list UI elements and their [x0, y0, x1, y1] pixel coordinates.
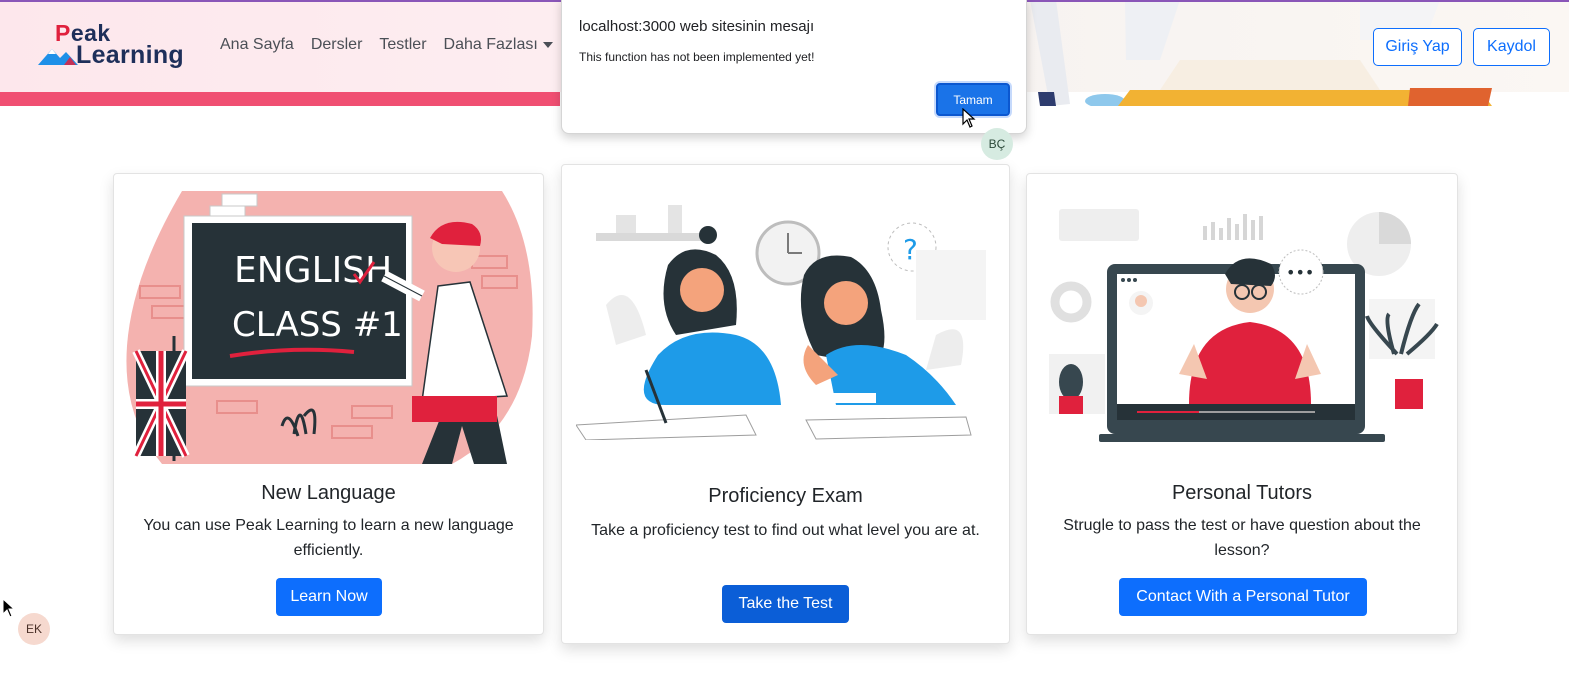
online-tutor-illustration: ••• [1049, 209, 1439, 442]
browser-alert-dialog: localhost:3000 web sitesinin mesajı This… [561, 0, 1027, 134]
avatar-bottom: EK [18, 613, 50, 645]
card-proficiency-exam: ? Proficiency Exam Take a proficiency te… [561, 164, 1010, 644]
nav-more-dropdown[interactable]: Daha Fazlası [444, 36, 553, 54]
card-description: You can use Peak Learning to learn a new… [143, 517, 514, 559]
caret-down-icon [542, 42, 553, 48]
logo-learning-text: Learning [76, 41, 184, 69]
peak-learning-logo[interactable]: Peak Learning [38, 20, 188, 74]
learn-now-button[interactable]: Learn Now [276, 578, 382, 616]
signup-button[interactable]: Kaydol [1473, 28, 1550, 66]
speech-dots: ••• [1286, 263, 1314, 282]
nav-tests[interactable]: Testler [379, 36, 426, 54]
card-personal-tutors: ••• Personal Tutors Strugle to pass the … [1026, 173, 1458, 635]
nav-lessons[interactable]: Dersler [311, 36, 363, 54]
illus-text-class: CLASS #1 [232, 305, 403, 345]
nav-more-label: Daha Fazlası [443, 36, 538, 53]
main-nav: Ana Sayfa Dersler Testler Daha Fazlası [220, 36, 570, 54]
card-title: New Language [261, 482, 396, 504]
card-title: Personal Tutors [1171, 482, 1313, 504]
card-new-language: ENGLISH CLASS #1 New Language You can us… [113, 173, 544, 635]
alert-message: This function has not been implemented y… [579, 50, 815, 64]
mountain-icon [38, 49, 78, 65]
mouse-pointer-icon-2 [2, 598, 16, 618]
avatar-top: BÇ [981, 128, 1013, 160]
logo-peak-first-letter: P [55, 20, 71, 46]
contact-tutor-button[interactable]: Contact With a Personal Tutor [1119, 578, 1367, 616]
nav-home[interactable]: Ana Sayfa [220, 36, 294, 54]
login-button[interactable]: Giriş Yap [1373, 28, 1462, 66]
take-the-test-button[interactable]: Take the Test [722, 585, 849, 623]
alert-title: localhost:3000 web sitesinin mesajı [579, 18, 815, 35]
english-class-illustration: ENGLISH CLASS #1 [126, 191, 533, 464]
exam-students-illustration: ? [576, 205, 986, 440]
question-mark: ? [903, 233, 918, 266]
app-root: Peak Learning Ana Sayfa Dersler Testler … [0, 0, 1569, 697]
card-description: Take a proficiency test to find out what… [591, 522, 980, 539]
card-title: Proficiency Exam [708, 485, 863, 507]
card-description: Strugle to pass the test or have questio… [1063, 517, 1421, 559]
mouse-pointer-icon [962, 108, 976, 128]
navbar-accent-stripe [0, 92, 560, 106]
